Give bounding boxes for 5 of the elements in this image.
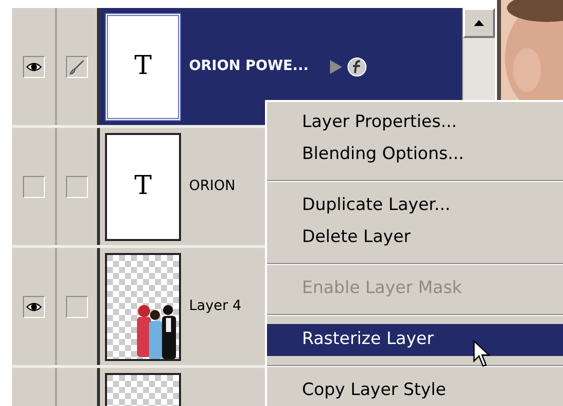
layer-name: ORION POWE...	[189, 57, 309, 76]
layer-name: Layer 4	[189, 297, 242, 316]
thumbnail-glyph: T	[134, 50, 152, 83]
thumbnail-glyph: T	[134, 170, 152, 203]
layer-name: ORION	[189, 177, 236, 196]
